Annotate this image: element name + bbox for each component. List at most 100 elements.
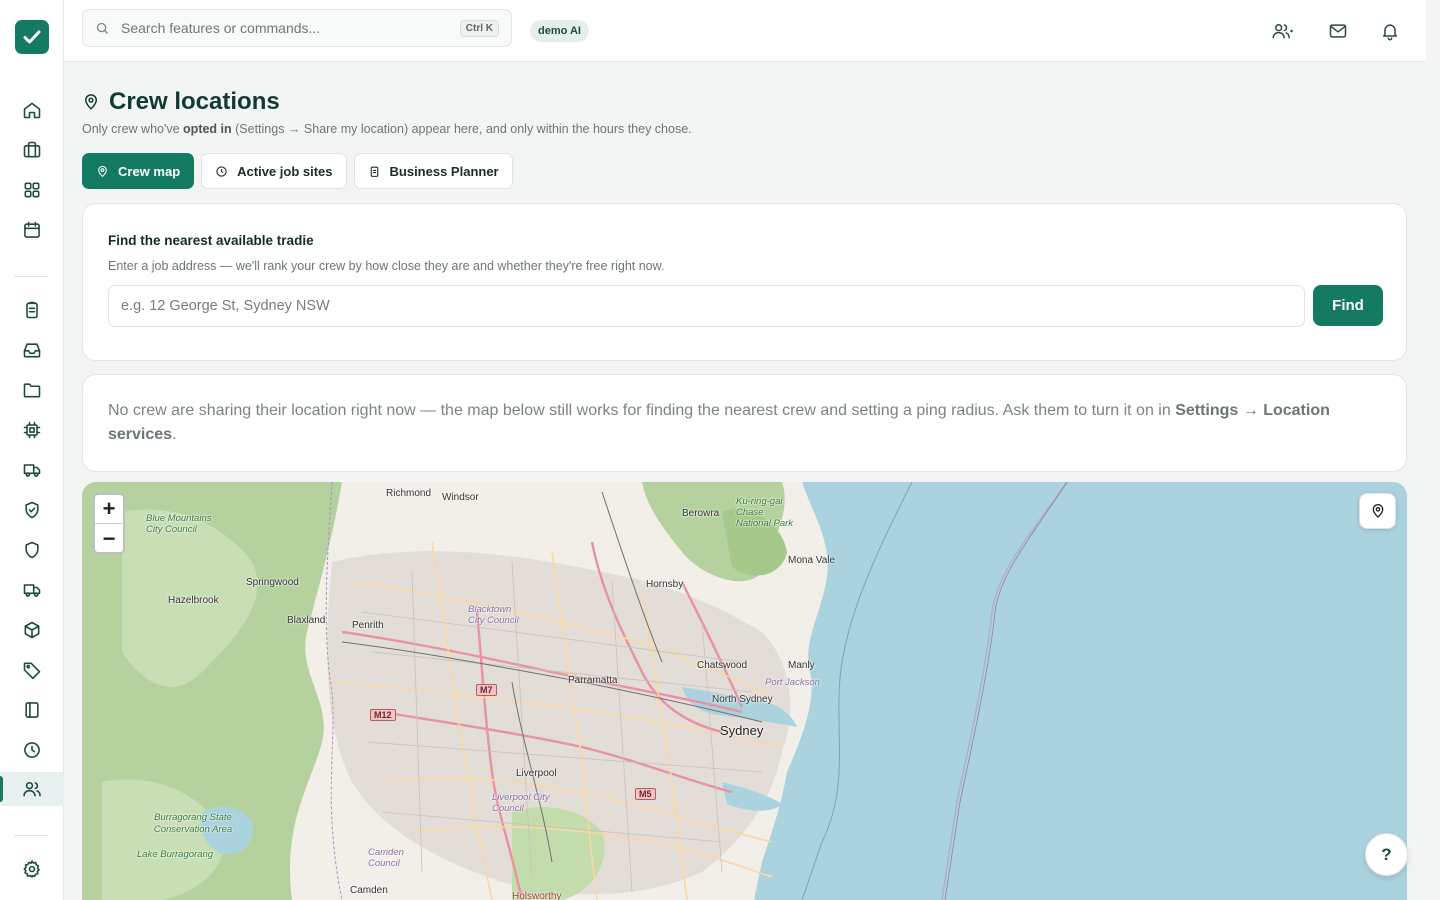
- motorway-shield-m5: M5: [635, 788, 656, 800]
- no-crew-notice: No crew are sharing their location right…: [82, 374, 1407, 472]
- page-subtitle: Only crew who've opted in (Settings → Sh…: [82, 122, 692, 136]
- sidebar-item-deliveries[interactable]: [12, 573, 52, 607]
- team-switch-button[interactable]: [1268, 17, 1296, 45]
- zoom-in-button[interactable]: +: [95, 495, 123, 524]
- find-nearest-card: Find the nearest available tradie Enter …: [82, 203, 1407, 361]
- sidebar-item-home[interactable]: [12, 93, 52, 127]
- map-label-liverpool-council: Liverpool City Council: [492, 792, 550, 814]
- clipboard-icon: [370, 166, 378, 177]
- tab-label: Business Planner: [389, 163, 499, 179]
- sidebar-item-pricing[interactable]: [12, 653, 52, 687]
- tab-label: Crew map: [118, 163, 181, 179]
- truck-icon: [23, 464, 41, 477]
- map-label-holsworthy: Holsworthy: [512, 891, 562, 900]
- search-icon: [96, 22, 108, 34]
- map-label-chatswood: Chatswood: [697, 660, 748, 671]
- sidebar-item-timesheets[interactable]: [12, 733, 52, 767]
- job-address-input[interactable]: [108, 285, 1305, 327]
- clock-icon: [24, 742, 40, 758]
- find-card-description: Enter a job address — we'll rank your cr…: [108, 259, 665, 273]
- sidebar-item-calendar[interactable]: [12, 213, 52, 247]
- map-label-blaxland: Blaxland: [287, 615, 326, 626]
- map-label-sydney: Sydney: [720, 723, 764, 738]
- map-label-liverpool: Liverpool: [516, 768, 557, 779]
- mail-icon: [1329, 24, 1347, 38]
- search-input[interactable]: [121, 20, 460, 36]
- help-button[interactable]: ?: [1365, 833, 1408, 876]
- gear-icon: [23, 860, 40, 878]
- users-icon: [23, 781, 41, 797]
- map-label-hornsby: Hornsby: [646, 579, 684, 590]
- map-pin-icon: [98, 165, 107, 177]
- top-bar: Ctrl K demo AI: [64, 0, 1426, 62]
- bell-icon: [1383, 24, 1397, 41]
- map-label-parramatta: Parramatta: [568, 675, 618, 686]
- map-label-richmond: Richmond: [386, 488, 432, 499]
- sidebar-item-inbox[interactable]: [12, 333, 52, 367]
- sidebar-item-compliance[interactable]: [12, 493, 52, 527]
- notice-suffix: .: [172, 426, 177, 443]
- page-title: Crew locations: [82, 88, 280, 116]
- inbox-icon: [23, 343, 41, 358]
- sidebar-item-files[interactable]: [12, 373, 52, 407]
- sidebar-panel-icon: [25, 702, 39, 718]
- command-search[interactable]: Ctrl K: [82, 9, 512, 47]
- sidebar-item-crew[interactable]: [0, 772, 64, 806]
- map-zoom-control: + −: [93, 493, 125, 554]
- map-label-north-sydney: North Sydney: [712, 694, 773, 705]
- map-label-springwood: Springwood: [246, 577, 299, 588]
- sidebar-item-integrations[interactable]: [12, 413, 52, 447]
- map-label-camden: Camden: [350, 885, 388, 896]
- grid-icon: [24, 182, 40, 198]
- subtitle-suffix: (Settings → Share my location) appear he…: [231, 122, 692, 136]
- chip-icon: [23, 421, 41, 439]
- tab-crew-map[interactable]: Crew map: [82, 153, 195, 189]
- sidebar-item-security[interactable]: [12, 533, 52, 567]
- crew-map[interactable]: Richmond Windsor Berowra Ku-ring-gai Cha…: [82, 482, 1407, 900]
- sidebar-divider: [14, 276, 48, 277]
- ai-mode-badge[interactable]: demo AI: [530, 20, 589, 42]
- app-logo[interactable]: [15, 20, 49, 54]
- tab-active-job-sites[interactable]: Active job sites: [201, 153, 347, 189]
- sidebar-item-jobs[interactable]: [12, 133, 52, 167]
- map-label-burragorang: Burragorang State Conservation Area: [153, 812, 233, 835]
- map-label-camden-council: Camden Council: [368, 847, 404, 869]
- tab-label: Active job sites: [237, 163, 333, 179]
- subtitle-prefix: Only crew who've: [82, 122, 184, 136]
- sidebar: [0, 0, 64, 900]
- clock-icon: [216, 165, 227, 177]
- map-label-hazelbrook: Hazelbrook: [168, 595, 219, 606]
- team-switch-icon: [1272, 24, 1293, 39]
- map-tiles: [82, 482, 1068, 900]
- map-label-manly: Manly: [788, 660, 815, 671]
- calendar-icon: [24, 221, 40, 238]
- zoom-out-button[interactable]: −: [95, 524, 123, 553]
- map-label-berowra: Berowra: [682, 508, 720, 519]
- tab-business-planner[interactable]: Business Planner: [353, 153, 513, 189]
- notifications-button[interactable]: [1376, 17, 1404, 45]
- map-label-blue-mountains: Blue Mountains City Council: [146, 513, 212, 535]
- sidebar-item-fleet[interactable]: [12, 453, 52, 487]
- sidebar-item-notes[interactable]: [12, 293, 52, 327]
- sidebar-item-panels[interactable]: [12, 693, 52, 727]
- map-pin-icon: [1372, 504, 1383, 518]
- find-button[interactable]: Find: [1313, 285, 1383, 326]
- map-label-windsor: Windsor: [442, 492, 479, 503]
- box-icon: [24, 621, 40, 639]
- map-label-blacktown-council: Blacktown City Council: [468, 604, 519, 626]
- sidebar-item-apps[interactable]: [12, 173, 52, 207]
- subtitle-opt-in: opted in: [183, 122, 232, 136]
- clipboard-icon: [26, 301, 38, 319]
- briefcase-icon: [23, 141, 41, 158]
- sidebar-item-inventory[interactable]: [12, 613, 52, 647]
- sidebar-item-settings[interactable]: [12, 852, 52, 886]
- truck-icon: [23, 584, 41, 597]
- messages-button[interactable]: [1324, 17, 1352, 45]
- locate-me-button[interactable]: [1359, 493, 1396, 529]
- home-icon: [23, 102, 41, 119]
- checkmark-logo-icon: [23, 30, 41, 44]
- map-pin-icon: [84, 94, 98, 110]
- notice-text: No crew are sharing their location right…: [108, 402, 1176, 419]
- view-tabs: Crew map Active job sites Business Plann…: [82, 153, 513, 189]
- page-title-text: Crew locations: [109, 88, 280, 115]
